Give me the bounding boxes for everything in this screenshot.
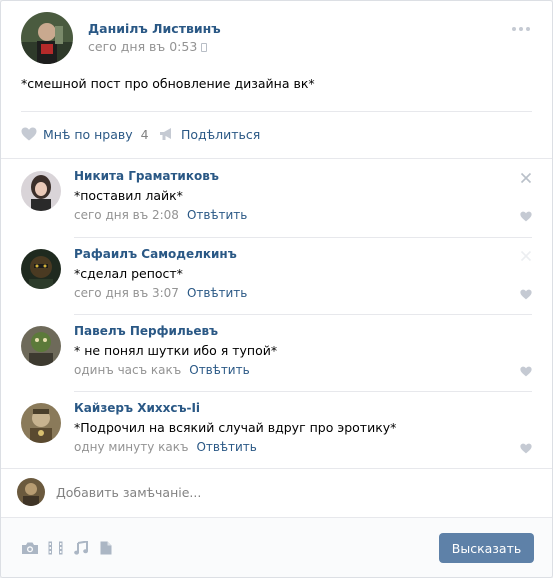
comment-time[interactable]: одинъ часъ какъ [74, 363, 181, 377]
divider [21, 111, 532, 112]
comment-text: *Подрочил на всякий случай вдруг про эро… [74, 420, 397, 435]
comment-input[interactable] [56, 478, 526, 506]
commenter-name[interactable]: Павелъ Перфильевъ [74, 324, 218, 338]
post-date[interactable]: сего дня въ 0:53 [88, 39, 208, 54]
close-icon[interactable] [520, 172, 532, 184]
document-icon[interactable] [100, 541, 112, 555]
comment-text: *поставил лайк* [74, 188, 183, 203]
close-icon[interactable] [520, 250, 532, 262]
reply-link[interactable]: Отвѣтить [196, 440, 256, 454]
share-label: Подѣлиться [181, 126, 261, 142]
commenter-name[interactable]: Никита Граматиковъ [74, 169, 219, 183]
comment-meta: сего дня въ 3:07 Отвѣтить [74, 286, 247, 300]
heart-icon [21, 127, 37, 141]
comment-time[interactable]: сего дня въ 2:08 [74, 208, 179, 222]
like-label: Мнѣ по нраву [43, 126, 133, 142]
camera-icon[interactable] [21, 541, 39, 555]
commenter-avatar[interactable] [21, 249, 61, 289]
reply-link[interactable]: Отвѣтить [189, 363, 249, 377]
reply-link[interactable]: Отвѣтить [187, 286, 247, 300]
composer-toolbar: Высказать [1, 517, 552, 577]
reply-link[interactable]: Отвѣтить [187, 208, 247, 222]
author-avatar[interactable] [21, 12, 73, 64]
megaphone-icon [160, 128, 171, 140]
submit-button[interactable]: Высказать [439, 533, 534, 563]
heart-icon[interactable] [520, 211, 532, 222]
comment-item: Павелъ Перфильевъ * не понял шутки ибо я… [1, 314, 552, 391]
comment-time[interactable]: сего дня въ 3:07 [74, 286, 179, 300]
commenter-name[interactable]: Кайзеръ Хиххсъ-Ii [74, 401, 200, 415]
video-icon[interactable] [48, 541, 63, 555]
more-options-icon[interactable] [512, 24, 532, 34]
post-text: *смешной пост про обновление дизайна вк* [21, 76, 315, 91]
comment-meta: одну минуту какъ Отвѣтить [74, 440, 257, 454]
comment-meta: одинъ часъ какъ Отвѣтить [74, 363, 250, 377]
post-header: Даниiлъ Листвинъ сего дня въ 0:53 [21, 12, 532, 64]
comment-meta: сего дня въ 2:08 Отвѣтить [74, 208, 247, 222]
commenter-avatar[interactable] [21, 326, 61, 366]
share-button[interactable]: Подѣлиться [159, 123, 260, 145]
mobile-icon [201, 43, 208, 52]
heart-icon[interactable] [520, 366, 532, 377]
heart-icon[interactable] [520, 289, 532, 300]
commenter-avatar[interactable] [21, 403, 61, 443]
post-card: Даниiлъ Листвинъ сего дня въ 0:53 *смешн… [0, 0, 553, 578]
like-count: 4 [140, 126, 149, 142]
like-button[interactable]: Мнѣ по нраву 4 [21, 123, 149, 145]
commenter-avatar[interactable] [21, 171, 61, 211]
comment-item: Кайзеръ Хиххсъ-Ii *Подрочил на всякий сл… [1, 391, 552, 468]
comment-item: Рафаилъ Самоделкинъ *сделал репост* сего… [1, 237, 552, 314]
author-name[interactable]: Даниiлъ Листвинъ [88, 21, 221, 36]
my-avatar[interactable] [17, 478, 45, 506]
comment-item: Никита Граматиковъ *поставил лайк* сего … [1, 159, 552, 236]
commenter-name[interactable]: Рафаилъ Самоделкинъ [74, 247, 237, 261]
music-icon[interactable] [74, 541, 88, 555]
post-date-text[interactable]: сего дня въ 0:53 [88, 39, 197, 54]
heart-icon[interactable] [520, 443, 532, 454]
comment-text: *сделал репост* [74, 266, 183, 281]
comment-time[interactable]: одну минуту какъ [74, 440, 188, 454]
comment-composer [1, 468, 552, 517]
comment-text: * не понял шутки ибо я тупой* [74, 343, 278, 358]
